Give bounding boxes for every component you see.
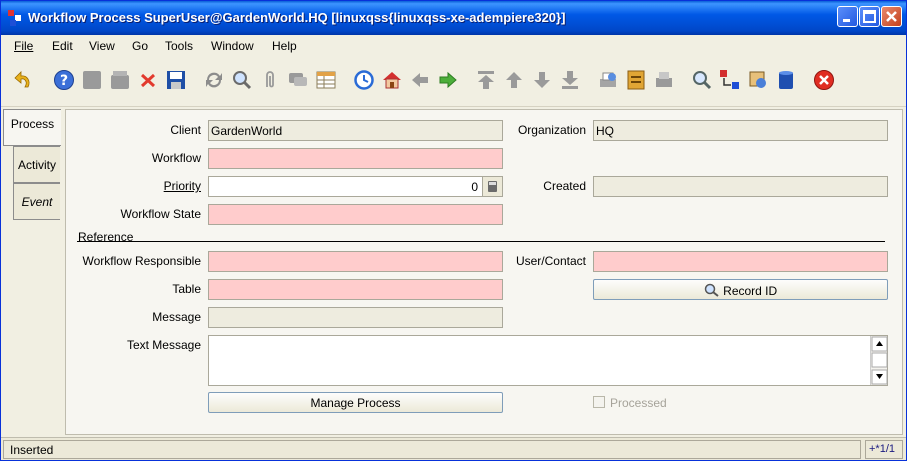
title-bar[interactable]: Workflow Process SuperUser@GardenWorld.H… <box>1 1 906 35</box>
application-window: Workflow Process SuperUser@GardenWorld.H… <box>0 0 907 461</box>
manage-process-button[interactable]: Manage Process <box>208 392 503 413</box>
first-record-icon[interactable] <box>475 69 497 91</box>
zoom-icon <box>704 283 719 297</box>
refresh-icon[interactable] <box>203 69 225 91</box>
workflow-field[interactable] <box>208 148 503 169</box>
tab-event-label: Event <box>21 195 53 209</box>
record-id-button-label: Record ID <box>723 284 778 298</box>
menu-go[interactable]: Go <box>132 39 148 53</box>
report-icon[interactable] <box>597 69 619 91</box>
status-bar: Inserted +*1/1 <box>1 437 906 460</box>
minimize-icon <box>843 19 850 22</box>
parent-record-icon[interactable] <box>409 69 431 91</box>
close-button[interactable] <box>881 6 902 27</box>
created-label: Created <box>543 179 586 193</box>
tab-activity[interactable]: Activity <box>13 146 60 183</box>
organization-label: Organization <box>517 123 586 137</box>
priority-calculator-button[interactable] <box>482 176 503 197</box>
menu-window[interactable]: Window <box>211 39 254 53</box>
menu-view-label: View <box>89 39 115 53</box>
previous-record-icon[interactable] <box>503 69 525 91</box>
copy-record-icon[interactable] <box>109 69 131 91</box>
record-navigation-indicator[interactable]: +*1/1 <box>865 440 903 459</box>
menu-go-label: Go <box>132 39 149 53</box>
user-contact-label: User/Contact <box>515 254 586 268</box>
close-icon <box>886 11 897 22</box>
archive-icon[interactable] <box>625 69 647 91</box>
tab-event[interactable]: Event <box>13 183 60 220</box>
requests-icon[interactable] <box>747 69 769 91</box>
priority-field[interactable]: 0 <box>208 176 483 197</box>
active-workflows-icon[interactable] <box>719 69 741 91</box>
maximize-icon <box>863 10 876 23</box>
organization-field[interactable]: HQ <box>593 120 888 141</box>
processed-checkbox[interactable] <box>593 396 605 408</box>
minimize-button[interactable] <box>837 6 858 27</box>
client-field[interactable]: GardenWorld <box>208 120 503 141</box>
menu-bar: File Edit View Go Tools Window Help <box>1 35 906 57</box>
workflow-state-label: Workflow State <box>120 207 201 221</box>
svg-text:?: ? <box>60 73 68 89</box>
tab-process[interactable]: Process <box>3 109 61 146</box>
workflow-responsible-label: Workflow Responsible <box>82 254 202 268</box>
status-message: Inserted <box>3 440 861 459</box>
zoom-across-icon[interactable] <box>691 69 713 91</box>
menu-help-label: Help <box>272 39 297 53</box>
priority-label: Priority <box>163 179 201 193</box>
app-icon <box>8 10 21 26</box>
grid-toggle-icon[interactable] <box>315 69 337 91</box>
menu-tools[interactable]: Tools <box>165 39 193 53</box>
menu-edit[interactable]: Edit <box>52 39 73 53</box>
undo-icon[interactable] <box>13 69 35 91</box>
table-field[interactable] <box>208 279 503 300</box>
menu-help[interactable]: Help <box>272 39 297 53</box>
maximize-button[interactable] <box>859 6 880 27</box>
delete-icon[interactable] <box>137 69 159 91</box>
table-label: Table <box>172 282 201 296</box>
menu-view[interactable]: View <box>89 39 115 53</box>
tab-process-label: Process <box>10 117 55 131</box>
text-message-scrollbar[interactable] <box>870 336 888 385</box>
chat-icon[interactable] <box>287 69 309 91</box>
history-icon[interactable] <box>353 69 375 91</box>
text-message-area[interactable] <box>208 335 888 386</box>
home-icon[interactable] <box>381 69 403 91</box>
menu-tools-label: Tools <box>165 39 194 53</box>
reference-divider <box>77 241 885 242</box>
detail-record-icon[interactable] <box>437 69 459 91</box>
message-label: Message <box>152 310 201 324</box>
calculator-icon <box>488 181 497 192</box>
new-record-icon[interactable] <box>81 69 103 91</box>
find-icon[interactable] <box>231 69 253 91</box>
processed-label: Processed <box>610 396 667 410</box>
window-title: Workflow Process SuperUser@GardenWorld.H… <box>28 10 566 25</box>
exit-icon[interactable] <box>813 69 835 91</box>
print-icon[interactable] <box>653 69 675 91</box>
menu-file[interactable]: File <box>14 39 33 53</box>
manage-process-button-label: Manage Process <box>310 396 401 410</box>
attachment-icon[interactable] <box>259 69 281 91</box>
created-field[interactable] <box>593 176 888 197</box>
menu-file-label: File <box>14 39 34 53</box>
tab-activity-label: Activity <box>17 158 56 172</box>
menu-window-label: Window <box>211 39 254 53</box>
workflow-label: Workflow <box>151 151 201 165</box>
menu-edit-label: Edit <box>52 39 73 53</box>
text-message-label: Text Message <box>126 338 201 352</box>
product-info-icon[interactable] <box>775 69 797 91</box>
record-id-button[interactable]: Record ID <box>593 279 888 300</box>
next-record-icon[interactable] <box>531 69 553 91</box>
last-record-icon[interactable] <box>559 69 581 91</box>
user-contact-field[interactable] <box>593 251 888 272</box>
help-icon[interactable]: ? <box>53 69 75 91</box>
save-icon[interactable] <box>165 69 187 91</box>
workflow-responsible-field[interactable] <box>208 251 503 272</box>
scroll-arrows-icon <box>871 336 888 385</box>
workflow-state-field[interactable] <box>208 204 503 225</box>
client-label: Client <box>170 123 201 137</box>
message-field[interactable] <box>208 307 503 328</box>
